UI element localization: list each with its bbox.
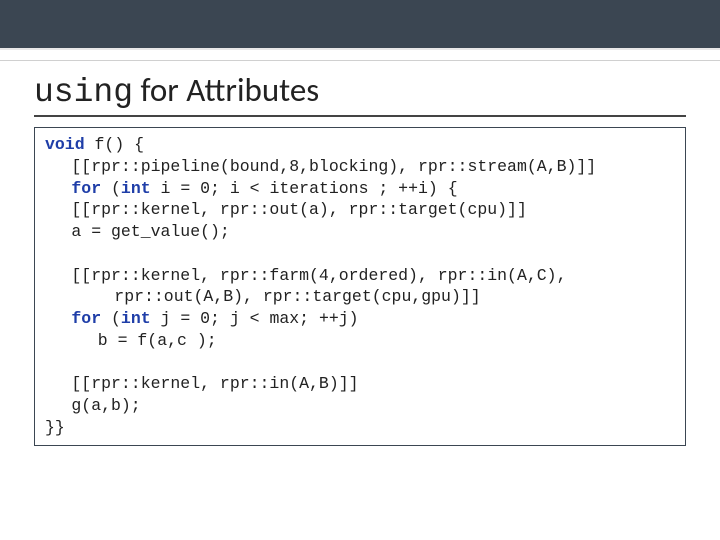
code-line: a = get_value(); xyxy=(45,221,675,243)
code-line: g(a,b); xyxy=(45,395,675,417)
code-line: [[rpr::kernel, rpr::in(A,B)]] xyxy=(45,373,675,395)
code-block: void f() { [[rpr::pipeline(bound,8,block… xyxy=(34,127,686,446)
code-line: b = f(a,c ); xyxy=(45,330,675,352)
blank-line xyxy=(45,352,675,374)
slide-title: using for Attributes xyxy=(34,58,686,117)
code-line: for (int i = 0; i < iterations ; ++i) { xyxy=(45,178,675,200)
title-text: using for Attributes xyxy=(34,70,319,110)
code-line: rpr::out(A,B), rpr::target(cpu,gpu)]] xyxy=(45,286,675,308)
code-line: [[rpr::kernel, rpr::farm(4,ordered), rpr… xyxy=(45,265,675,287)
code-line: void f() { xyxy=(45,134,675,156)
code-line: }} xyxy=(45,417,675,439)
code-line: for (int j = 0; j < max; ++j) xyxy=(45,308,675,330)
code-line: [[rpr::kernel, rpr::out(a), rpr::target(… xyxy=(45,199,675,221)
code-line: [[rpr::pipeline(bound,8,blocking), rpr::… xyxy=(45,156,675,178)
slide-header-bar xyxy=(0,0,720,50)
blank-line xyxy=(45,243,675,265)
